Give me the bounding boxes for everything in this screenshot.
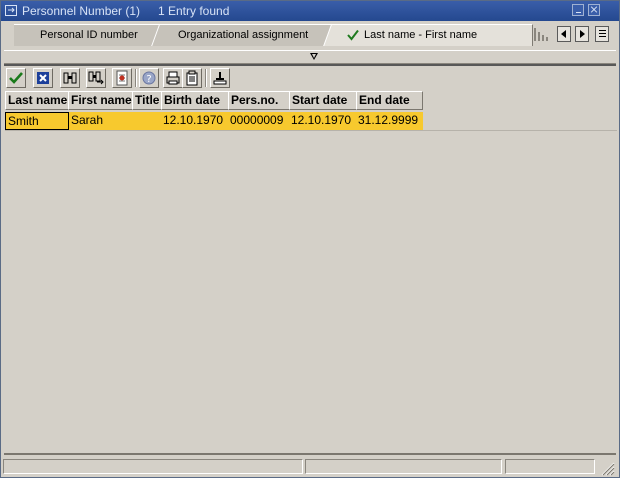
table-cell-pers-no[interactable]: 00000009 (228, 112, 289, 130)
column-header-end-date[interactable]: End date (356, 91, 423, 110)
sort-button[interactable] (210, 68, 230, 88)
table-cell-title[interactable] (132, 112, 161, 130)
find-next-button[interactable] (86, 68, 106, 88)
tab-scroll-left-button[interactable] (557, 26, 571, 42)
tab-label: Personal ID number (40, 29, 138, 41)
table-cell-start-date[interactable]: 12.10.1970 (289, 112, 356, 130)
print-icon (166, 71, 180, 85)
find-button[interactable] (60, 68, 80, 88)
entry-count: 1 Entry found (158, 4, 230, 18)
sort-icon (213, 72, 227, 85)
status-message-field (3, 459, 303, 474)
cancel-icon (37, 72, 49, 84)
window-icon[interactable] (5, 5, 17, 16)
resize-grip-icon[interactable] (597, 458, 615, 476)
content-border (4, 453, 616, 455)
column-header-title[interactable]: Title (132, 91, 162, 110)
clipboard-button[interactable] (182, 68, 202, 88)
toolbar-separator (205, 69, 207, 87)
status-bar (1, 456, 619, 477)
check-icon (9, 72, 23, 84)
tab-last-name-first-name[interactable]: Last name - First name (323, 24, 533, 46)
table-cell-end-date[interactable]: 31.12.9999 (356, 112, 423, 130)
column-header-start-date[interactable]: Start date (289, 91, 357, 110)
print-button[interactable] (163, 68, 183, 88)
tab-personal-id-number[interactable]: Personal ID number (14, 24, 164, 46)
row-divider (5, 130, 617, 131)
divider (4, 64, 616, 66)
toolbar-separator (135, 69, 137, 87)
column-header-last-name[interactable]: Last name (5, 91, 69, 110)
column-header-first-name[interactable]: First name (68, 91, 133, 110)
table-cell-birth-date[interactable]: 12.10.1970 (161, 112, 228, 130)
tab-overflow-icon (534, 28, 548, 41)
personal-list-icon (116, 70, 128, 86)
help-icon: ? (142, 71, 156, 85)
table-cell-first-name[interactable]: Sarah (69, 112, 132, 130)
collapse-criteria-bar[interactable] (4, 50, 616, 64)
clipboard-icon (186, 70, 198, 86)
checkmark-icon (347, 29, 359, 41)
minimize-button[interactable] (572, 4, 584, 16)
personal-values-button[interactable] (112, 68, 132, 88)
tab-label: Organizational assignment (178, 29, 309, 41)
cancel-button[interactable] (33, 68, 53, 88)
close-button[interactable] (588, 4, 600, 16)
find-next-icon (88, 71, 104, 85)
column-header-birth-date[interactable]: Birth date (161, 91, 229, 110)
title-bar: Personnel Number (1) 1 Entry found (1, 1, 619, 21)
status-info-field (505, 459, 595, 474)
table-cell-last-name[interactable]: Smith (5, 112, 69, 130)
continue-button[interactable] (6, 68, 26, 88)
search-help-window: Personnel Number (1) 1 Entry found Perso… (0, 0, 620, 478)
help-button[interactable]: ? (139, 68, 159, 88)
status-system-field (305, 459, 502, 474)
svg-text:?: ? (146, 74, 151, 85)
tab-organizational-assignment[interactable]: Organizational assignment (151, 24, 336, 46)
tab-scroll-right-button[interactable] (575, 26, 589, 42)
tab-strip: Personal ID number Organizational assign… (1, 21, 619, 49)
column-header-pers-no[interactable]: Pers.no. (228, 91, 290, 110)
tab-list-button[interactable] (595, 26, 609, 42)
window-title: Personnel Number (1) (22, 4, 141, 18)
toolbar: ? (4, 67, 616, 89)
tab-label: Last name - First name (364, 29, 478, 41)
find-icon (63, 72, 77, 84)
collapse-arrow-icon (310, 53, 318, 60)
